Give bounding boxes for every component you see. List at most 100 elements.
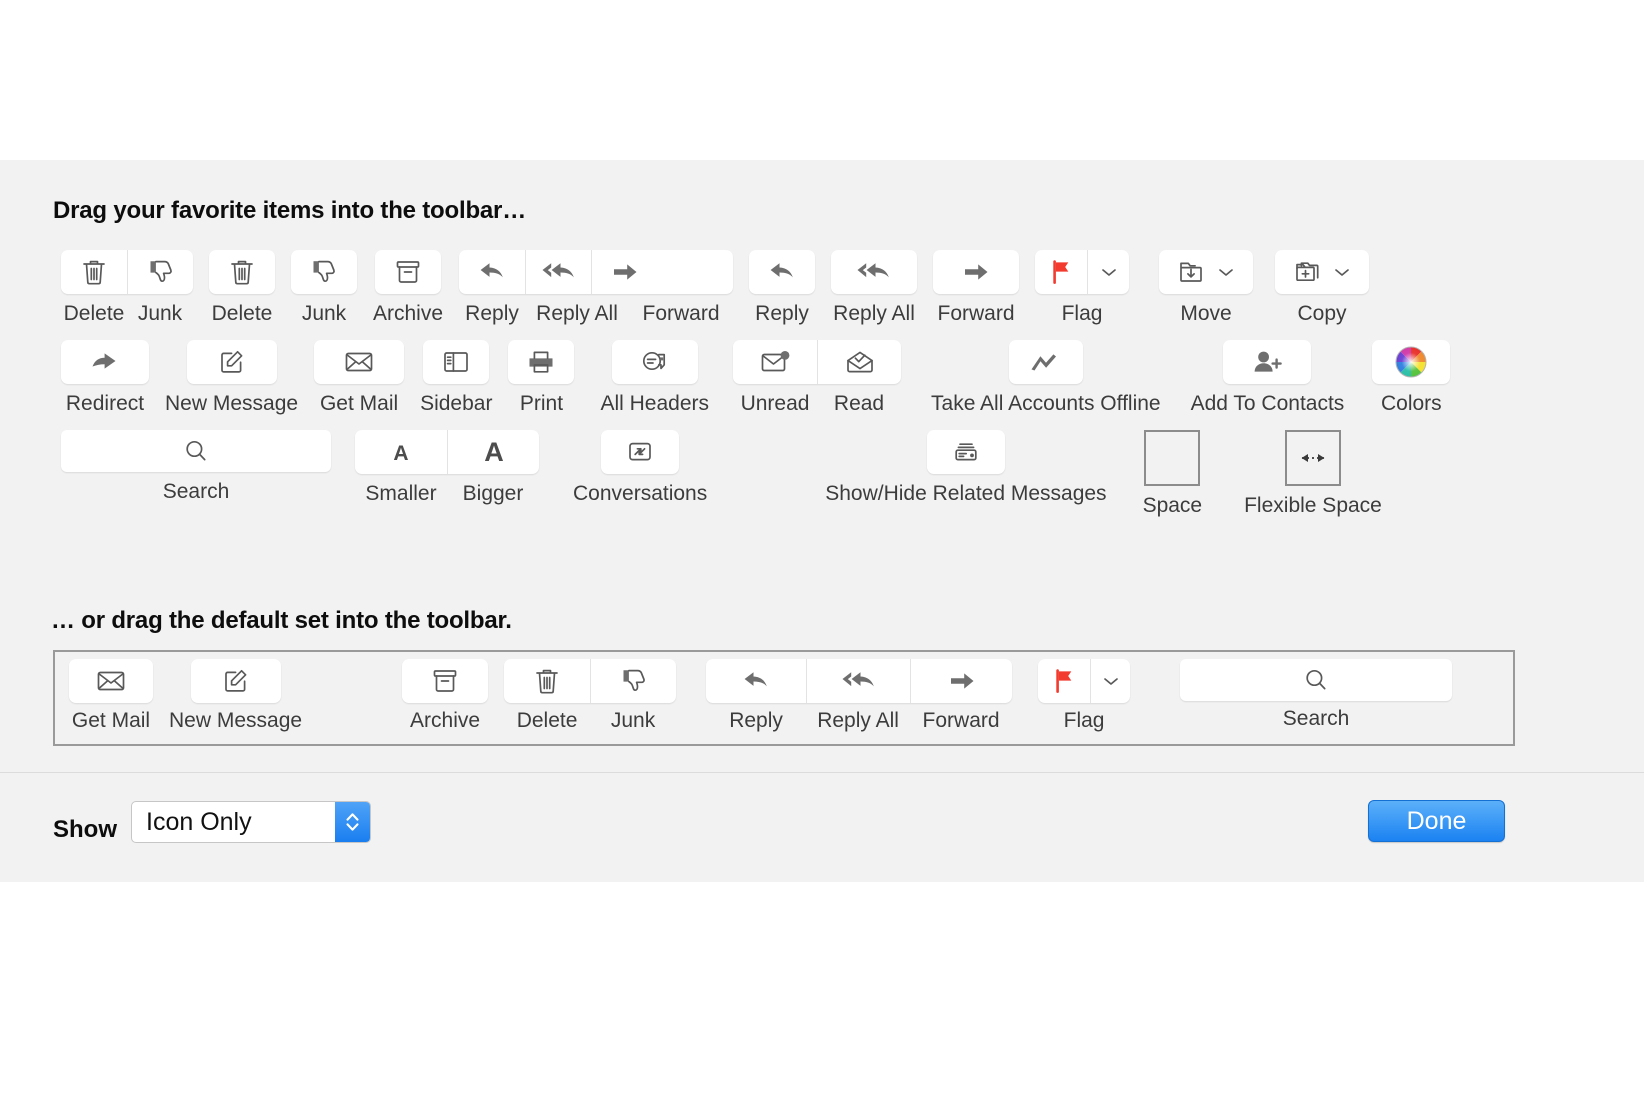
new-message-button[interactable]	[190, 659, 281, 703]
default-item-new-message[interactable]: New Message	[169, 659, 302, 732]
palette-item-font-size-group[interactable]: A A Smaller Bigger	[355, 430, 539, 505]
copy-to-folder-icon	[1296, 262, 1319, 282]
space-placeholder[interactable]	[1144, 430, 1201, 487]
new-message-button[interactable]	[186, 340, 277, 385]
flexible-space-placeholder[interactable]	[1284, 430, 1341, 487]
palette-item-copy[interactable]: Copy	[1275, 250, 1370, 325]
colors-button[interactable]	[1372, 340, 1451, 385]
junk-button[interactable]	[291, 250, 357, 294]
bigger-text-icon: A	[484, 437, 504, 467]
search-field[interactable]	[61, 430, 331, 473]
unread-segment[interactable]	[733, 340, 817, 384]
reply-segment[interactable]	[459, 250, 525, 294]
all-headers-button[interactable]	[611, 340, 698, 385]
chevron-down-icon	[1101, 269, 1116, 276]
show-hide-related-messages-button[interactable]	[926, 430, 1005, 475]
caption-redirect: Redirect	[65, 392, 145, 416]
default-item-archive[interactable]: Archive	[402, 659, 489, 732]
get-mail-button[interactable]	[69, 659, 153, 703]
copy-button[interactable]	[1275, 250, 1370, 294]
delete-button[interactable]	[209, 250, 275, 294]
flag-button[interactable]	[1038, 659, 1090, 703]
palette-item-show-hide-related-messages[interactable]: Show/Hide Related Messages	[825, 430, 1107, 505]
unread-read-captions: Unread Read	[733, 384, 901, 415]
print-button[interactable]	[508, 340, 575, 385]
palette-item-unread-read-group[interactable]: Unread Read	[733, 340, 902, 415]
default-item-get-mail[interactable]: Get Mail	[69, 659, 153, 732]
palette-item-take-all-accounts-offline[interactable]: Take All Accounts Offline	[931, 340, 1161, 415]
palette-item-delete-junk-group[interactable]: Delete Junk	[61, 250, 193, 325]
palette-item-new-message[interactable]: New Message	[165, 340, 298, 415]
reply-segmented-control[interactable]	[706, 659, 1013, 703]
redirect-button[interactable]	[61, 340, 149, 385]
default-item-reply-group[interactable]: Reply Reply All Forward	[706, 659, 1013, 732]
delete-junk-segmented-control[interactable]	[504, 659, 677, 703]
reply-all-arrow-icon	[857, 263, 889, 278]
archive-button[interactable]	[375, 250, 442, 294]
palette-item-add-to-contacts[interactable]: Add To Contacts	[1191, 340, 1344, 415]
palette-item-reply-group[interactable]: Reply Reply All Forward	[459, 250, 734, 325]
default-item-delete-junk-group[interactable]: Delete Junk	[504, 659, 677, 732]
reply-segmented-control[interactable]	[459, 250, 734, 294]
palette-item-reply-all[interactable]: Reply All	[831, 250, 918, 325]
default-toolbar-set[interactable]: Get Mail New Message Archive Delete Junk…	[53, 650, 1515, 746]
delete-segment[interactable]	[61, 250, 127, 294]
sidebar-button[interactable]	[423, 340, 490, 385]
default-item-search[interactable]: Search	[1180, 659, 1453, 730]
delete-segment[interactable]	[504, 659, 590, 703]
stepper-arrows-icon[interactable]	[335, 802, 370, 842]
archive-button[interactable]	[402, 659, 489, 703]
flag-menu-button[interactable]	[1087, 250, 1129, 294]
palette-item-move[interactable]: Move	[1159, 250, 1254, 325]
palette-item-redirect[interactable]: Redirect	[61, 340, 149, 415]
palette-item-search[interactable]: Search	[61, 430, 331, 503]
junk-segment[interactable]	[590, 659, 676, 703]
bigger-segment[interactable]: A	[447, 430, 539, 475]
palette-item-sidebar[interactable]: Sidebar	[420, 340, 492, 415]
forward-button[interactable]	[933, 250, 1020, 294]
palette-item-space[interactable]: Space	[1143, 430, 1202, 517]
caption-flexible-space: Flexible Space	[1244, 494, 1382, 518]
flag-control[interactable]	[1035, 250, 1130, 294]
caption-colors: Colors	[1380, 392, 1442, 416]
palette-item-archive[interactable]: Archive	[373, 250, 443, 325]
palette-item-all-headers[interactable]: All Headers	[600, 340, 709, 415]
junk-segment[interactable]	[127, 250, 193, 294]
palette-item-delete[interactable]: Delete	[209, 250, 275, 325]
smaller-segment[interactable]: A	[355, 430, 447, 474]
add-to-contacts-button[interactable]	[1223, 340, 1312, 385]
reply-all-segment[interactable]	[806, 659, 910, 703]
read-segment[interactable]	[817, 340, 901, 385]
font-size-segmented-control[interactable]: A A	[355, 430, 539, 475]
reply-button[interactable]	[749, 250, 816, 294]
caption-forward: Forward	[922, 709, 1000, 732]
flag-control[interactable]	[1038, 659, 1131, 703]
reply-segment[interactable]	[706, 659, 806, 703]
palette-item-conversations[interactable]: Conversations	[573, 430, 707, 505]
flag-menu-button[interactable]	[1090, 659, 1130, 703]
search-field[interactable]	[1180, 659, 1453, 701]
palette-item-reply[interactable]: Reply	[749, 250, 816, 325]
palette-item-colors[interactable]: Colors	[1372, 340, 1451, 416]
show-popup-button[interactable]: Icon Only	[131, 801, 371, 843]
delete-junk-segmented-control[interactable]	[61, 250, 193, 294]
default-item-flag[interactable]: Flag	[1038, 659, 1131, 732]
move-button[interactable]	[1159, 250, 1254, 294]
palette-item-get-mail[interactable]: Get Mail	[314, 340, 405, 415]
reply-all-button[interactable]	[831, 250, 918, 294]
forward-segment[interactable]	[591, 250, 657, 294]
conversations-button[interactable]	[601, 430, 680, 475]
flag-button[interactable]	[1035, 250, 1087, 294]
caption-sidebar: Sidebar	[420, 392, 493, 416]
palette-item-flexible-space[interactable]: Flexible Space	[1244, 430, 1382, 517]
palette-item-junk[interactable]: Junk	[291, 250, 357, 325]
forward-segment[interactable]	[910, 659, 1012, 703]
palette-item-forward[interactable]: Forward	[933, 250, 1020, 325]
get-mail-button[interactable]	[314, 340, 405, 385]
palette-item-print[interactable]: Print	[508, 340, 575, 415]
done-button[interactable]: Done	[1368, 800, 1505, 842]
unread-read-segmented-control[interactable]	[733, 340, 902, 385]
palette-item-flag[interactable]: Flag	[1035, 250, 1130, 325]
reply-all-segment[interactable]	[525, 250, 591, 294]
take-all-accounts-offline-button[interactable]	[1008, 340, 1083, 385]
